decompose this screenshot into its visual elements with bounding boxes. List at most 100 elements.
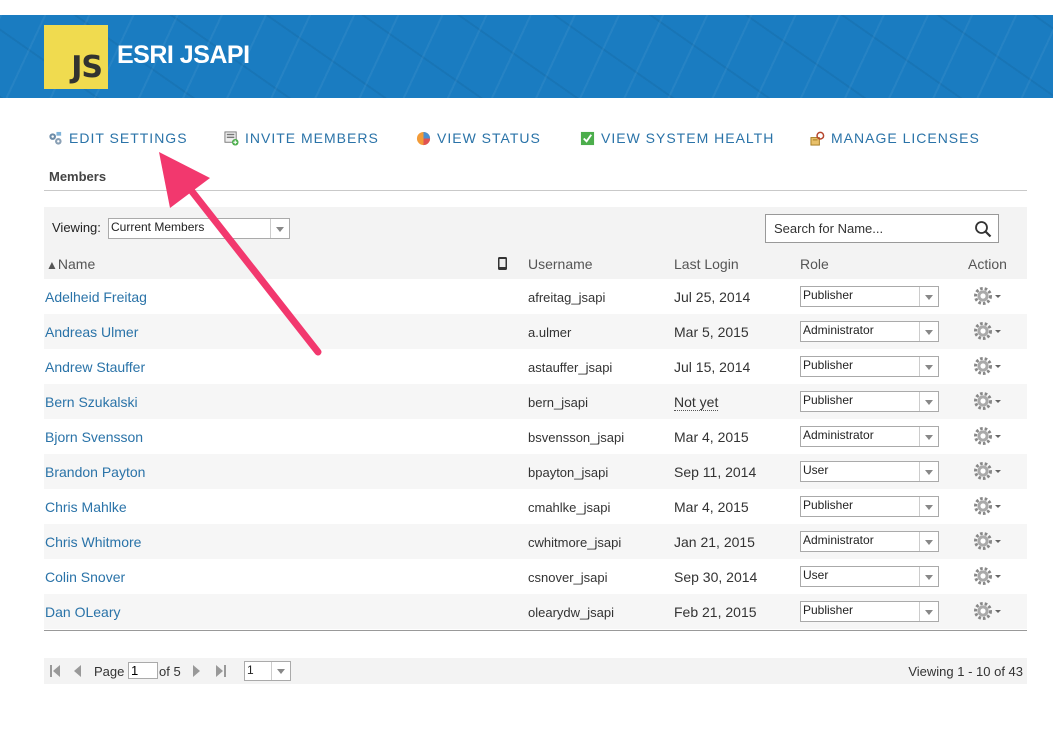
member-last-login: Mar 5, 2015 bbox=[674, 324, 749, 340]
table-row: Andrew Stauffer astauffer_jsapi Jul 15, 20… bbox=[44, 349, 1027, 384]
role-select-value: User bbox=[803, 568, 829, 582]
role-select[interactable]: Administrator bbox=[800, 426, 939, 447]
gear-icon[interactable] bbox=[973, 566, 1003, 586]
checkmark-icon bbox=[580, 131, 595, 146]
table-row: Dan OLeary olearydw_jsapi Feb 21, 2015 Publ… bbox=[44, 594, 1027, 629]
member-username: olearydw_jsapi bbox=[528, 605, 614, 620]
member-username: cwhitmore_jsapi bbox=[528, 535, 622, 550]
member-username: a.ulmer bbox=[528, 325, 572, 340]
viewing-select[interactable]: Current Members bbox=[108, 218, 290, 239]
next-page-icon[interactable] bbox=[190, 664, 204, 678]
role-select[interactable]: Publisher bbox=[800, 356, 939, 377]
member-username: bern_jsapi bbox=[528, 395, 588, 410]
gear-icon[interactable] bbox=[973, 391, 1003, 411]
search-box[interactable] bbox=[765, 214, 999, 243]
chevron-down-icon bbox=[919, 497, 938, 516]
settings-icon bbox=[49, 131, 62, 145]
member-name-link[interactable]: Dan OLeary bbox=[45, 604, 120, 620]
divider bbox=[44, 190, 1027, 191]
nav-invite-members[interactable]: INVITE MEMBERS bbox=[224, 130, 379, 146]
table-row: Chris Mahlke cmahlke_jsapi Mar 4, 2015 Publ… bbox=[44, 489, 1027, 524]
viewing-select-value: Current Members bbox=[111, 220, 205, 234]
previous-page-icon[interactable] bbox=[70, 664, 84, 678]
role-select[interactable]: Administrator bbox=[800, 321, 939, 342]
js-logo: JS bbox=[44, 25, 108, 89]
chevron-down-icon bbox=[919, 532, 938, 551]
role-select[interactable]: Publisher bbox=[800, 391, 939, 412]
chevron-down-icon bbox=[919, 287, 938, 306]
member-last-login: Mar 4, 2015 bbox=[674, 429, 749, 445]
member-last-login: Sep 30, 2014 bbox=[674, 569, 758, 585]
gear-icon[interactable] bbox=[973, 286, 1003, 306]
member-name-link[interactable]: Bjorn Svensson bbox=[45, 429, 143, 445]
search-icon[interactable] bbox=[974, 220, 992, 238]
role-select[interactable]: User bbox=[800, 461, 939, 482]
nav-view-system-health[interactable]: VIEW SYSTEM HEALTH bbox=[580, 130, 774, 146]
section-title: Members bbox=[49, 169, 107, 184]
sort-ascending-icon: ▲ bbox=[46, 258, 58, 272]
table-header: ▲Name Username Last Login Role Action bbox=[44, 249, 1027, 279]
username-header[interactable]: Username bbox=[528, 256, 593, 272]
member-name-link[interactable]: Brandon Payton bbox=[45, 464, 145, 480]
gear-icon[interactable] bbox=[973, 496, 1003, 516]
member-name-link[interactable]: Adelheid Freitag bbox=[45, 289, 147, 305]
member-username: csnover_jsapi bbox=[528, 570, 608, 585]
role-select[interactable]: Publisher bbox=[800, 286, 939, 307]
nav-view-status[interactable]: VIEW STATUS bbox=[416, 130, 541, 146]
role-select-value: Administrator bbox=[803, 533, 874, 547]
table-row: Andreas Ulmer a.ulmer Mar 5, 2015 Administr… bbox=[44, 314, 1027, 349]
member-name-link[interactable]: Bern Szukalski bbox=[45, 394, 138, 410]
role-select[interactable]: Publisher bbox=[800, 601, 939, 622]
member-last-login: Jan 21, 2015 bbox=[674, 534, 755, 550]
table-row: Chris Whitmore cwhitmore_jsapi Jan 21, 201… bbox=[44, 524, 1027, 559]
gear-icon[interactable] bbox=[973, 531, 1003, 551]
name-header-label: Name bbox=[57, 256, 96, 272]
last-login-header[interactable]: Last Login bbox=[674, 256, 739, 272]
nav-manage-licenses[interactable]: MANAGE LICENSES bbox=[810, 130, 980, 146]
nav-label: MANAGE LICENSES bbox=[831, 130, 980, 146]
nav-edit-settings[interactable]: EDIT SETTINGS bbox=[48, 130, 188, 146]
chevron-down-icon bbox=[919, 357, 938, 376]
gear-icon[interactable] bbox=[973, 356, 1003, 376]
member-last-login: Sep 11, 2014 bbox=[674, 464, 757, 480]
role-select-value: Administrator bbox=[803, 428, 874, 442]
role-select[interactable]: Administrator bbox=[800, 531, 939, 552]
members-toolbar: Viewing: Current Members bbox=[44, 207, 1027, 249]
member-name-link[interactable]: Chris Mahlke bbox=[45, 499, 127, 515]
role-select[interactable]: User bbox=[800, 566, 939, 587]
page-size-select[interactable]: 1 bbox=[244, 661, 291, 681]
role-select-value: Publisher bbox=[803, 288, 854, 302]
page-size-value: 1 bbox=[247, 663, 254, 677]
search-input[interactable] bbox=[774, 219, 964, 237]
mobile-device-icon bbox=[498, 257, 507, 270]
pie-chart-icon bbox=[416, 131, 431, 146]
chevron-down-icon bbox=[919, 462, 938, 481]
member-last-login: Mar 4, 2015 bbox=[674, 499, 749, 515]
gear-icon[interactable] bbox=[973, 426, 1003, 446]
chevron-down-icon bbox=[919, 567, 938, 586]
table-bottom-divider bbox=[44, 630, 1027, 631]
role-header[interactable]: Role bbox=[800, 256, 829, 272]
gear-icon[interactable] bbox=[973, 601, 1003, 621]
nav-label: VIEW SYSTEM HEALTH bbox=[601, 130, 775, 146]
last-page-icon[interactable] bbox=[214, 664, 228, 678]
table-row: Bjorn Svensson bsvensson_jsapi Mar 4, 2015… bbox=[44, 419, 1027, 454]
role-select-value: Publisher bbox=[803, 603, 854, 617]
member-name-link[interactable]: Andrew Stauffer bbox=[45, 359, 145, 375]
member-username: cmahlke_jsapi bbox=[528, 500, 611, 515]
member-name-link[interactable]: Chris Whitmore bbox=[45, 534, 141, 550]
chevron-down-icon bbox=[919, 427, 938, 446]
member-name-link[interactable]: Andreas Ulmer bbox=[45, 324, 138, 340]
table-row: Adelheid Freitag afreitag_jsapi Jul 25, 20… bbox=[44, 279, 1027, 314]
viewing-count: Viewing 1 - 10 of 43 bbox=[908, 664, 1023, 679]
gear-icon[interactable] bbox=[973, 321, 1003, 341]
nav-label: EDIT SETTINGS bbox=[69, 130, 188, 146]
role-select[interactable]: Publisher bbox=[800, 496, 939, 517]
license-key-icon bbox=[810, 131, 825, 146]
first-page-icon[interactable] bbox=[48, 664, 62, 678]
name-header[interactable]: ▲Name bbox=[46, 256, 95, 272]
gear-icon[interactable] bbox=[973, 461, 1003, 481]
page-number-input[interactable] bbox=[128, 662, 158, 679]
member-name-link[interactable]: Colin Snover bbox=[45, 569, 125, 585]
chevron-down-icon bbox=[919, 392, 938, 411]
